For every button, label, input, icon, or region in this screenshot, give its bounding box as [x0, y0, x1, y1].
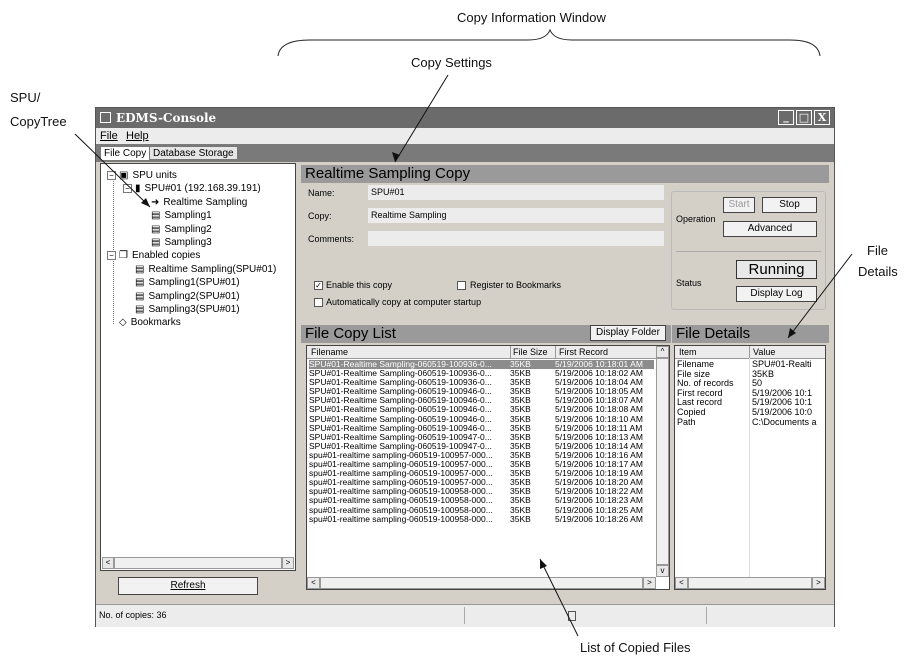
- pointer-file-details: [787, 253, 853, 339]
- pointer-spu-tree: [74, 133, 151, 208]
- pointer-file-list-head: [540, 559, 547, 569]
- pointer-file-list: [539, 558, 579, 637]
- callout-pointers: [74, 74, 853, 637]
- pointer-copy-settings: [394, 74, 449, 163]
- pointer-copy-settings-head: [392, 152, 400, 162]
